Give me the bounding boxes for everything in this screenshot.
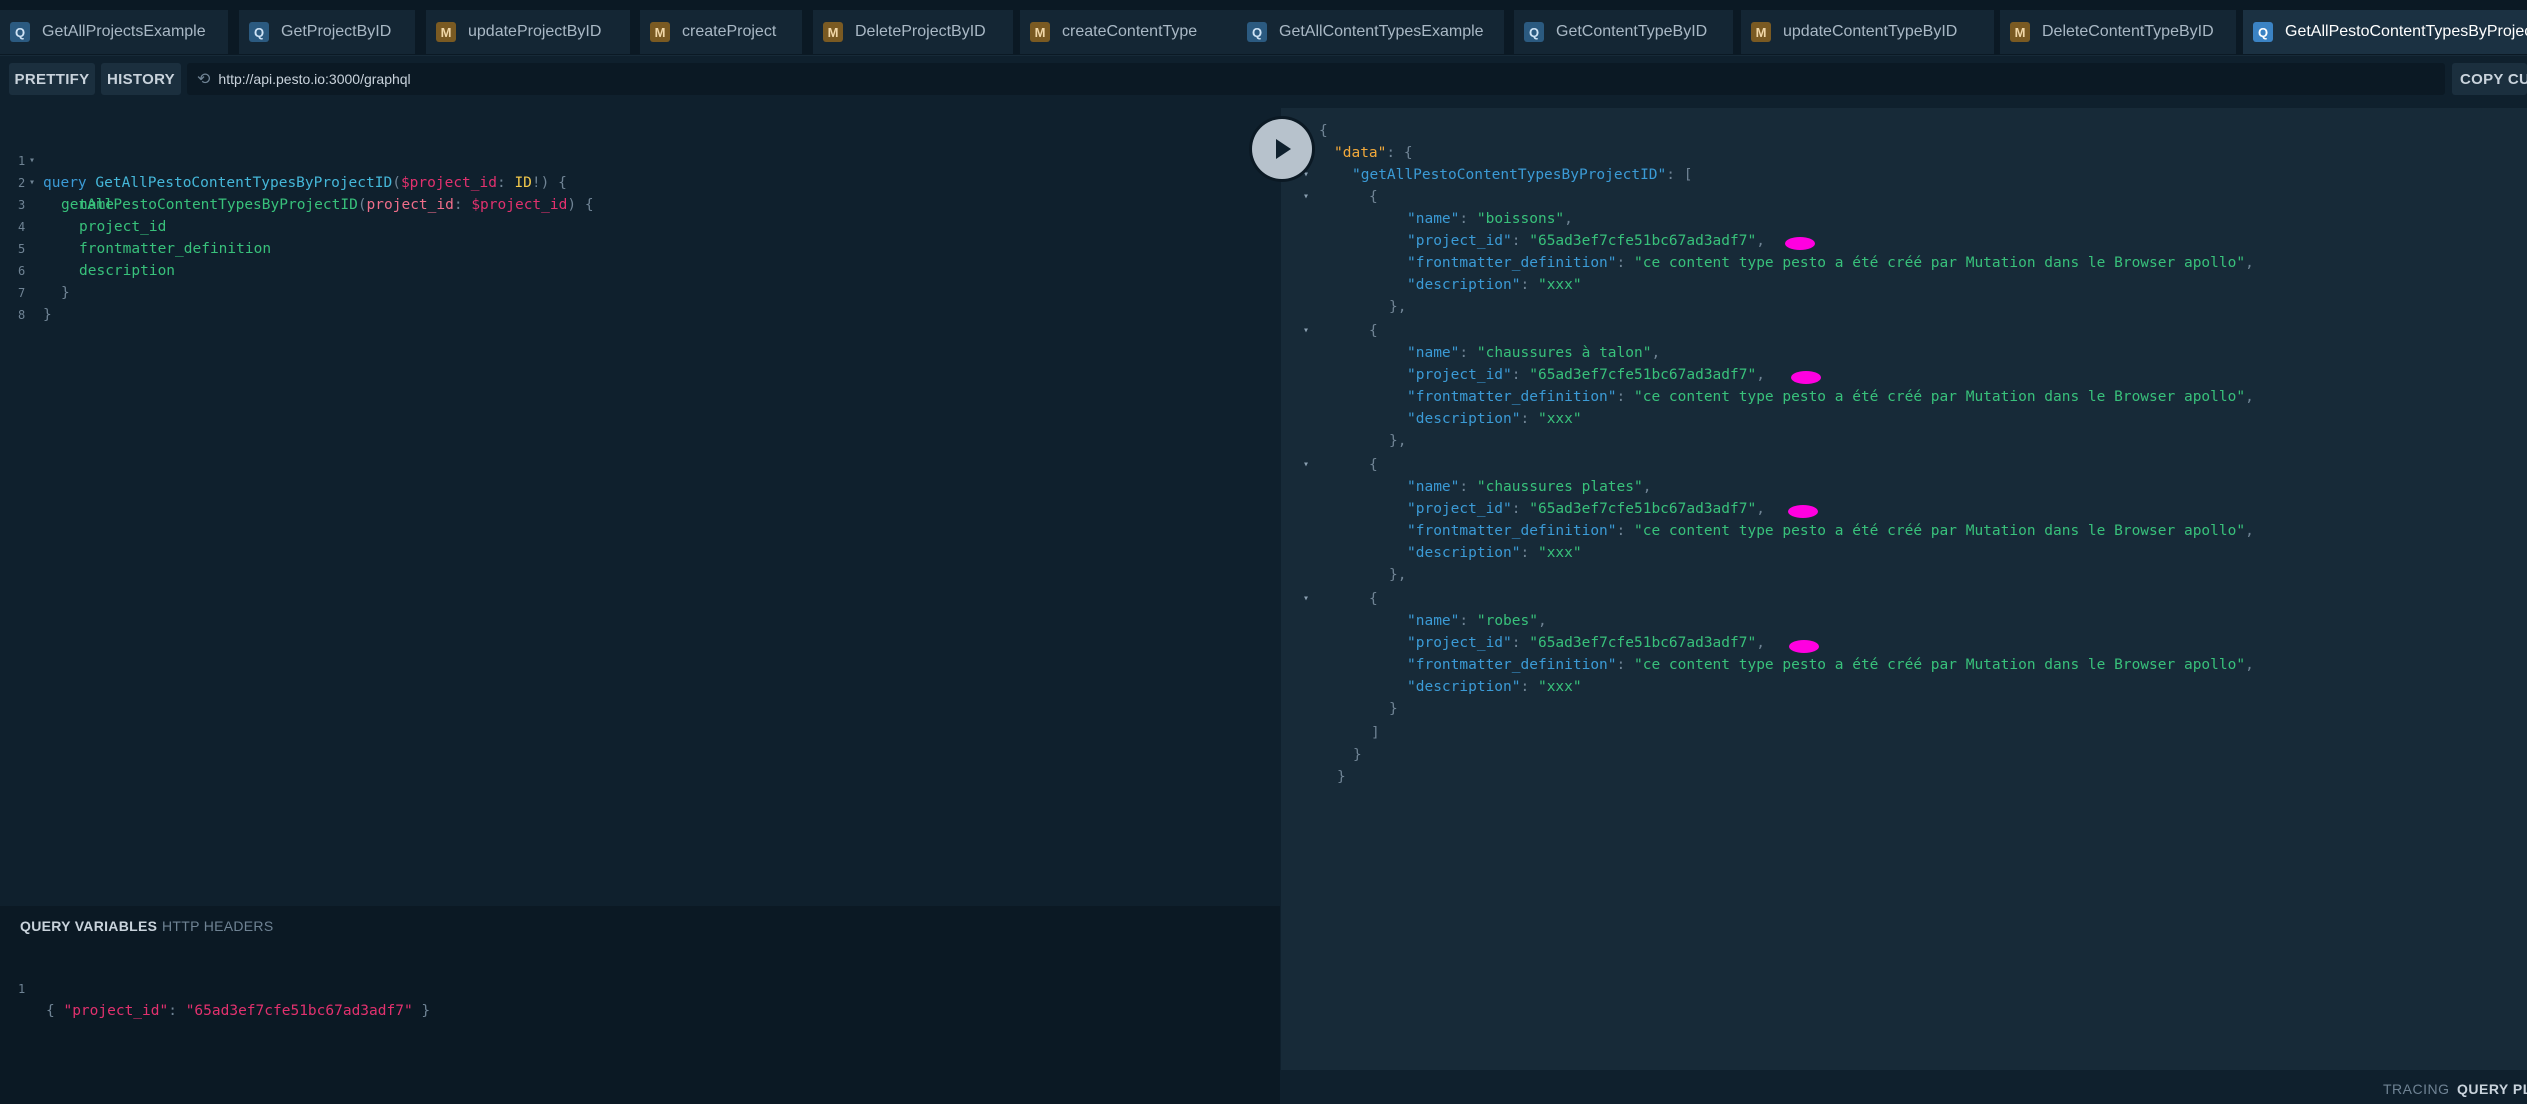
result-line: ▾"data": { (1303, 142, 1413, 164)
result-line: } (1337, 769, 1346, 785)
prettify-button[interactable]: PRETTIFY (9, 63, 95, 95)
mutation-badge-icon: M (1751, 22, 1771, 42)
result-line: "frontmatter_definition": "ce content ty… (1407, 523, 2254, 539)
result-line: "project_id": "65ad3ef7cfe51bc67ad3adf7"… (1407, 367, 1765, 383)
tab-deleteprojectbyid[interactable]: M DeleteProjectByID (813, 10, 1013, 54)
result-line: "frontmatter_definition": "ce content ty… (1407, 657, 2254, 673)
tab-label: GetProjectByID (281, 23, 392, 40)
editor-line: 7} (18, 285, 70, 301)
query-badge-icon: Q (1524, 22, 1544, 42)
history-button[interactable]: HISTORY (101, 63, 181, 95)
redaction-mark (1788, 505, 1818, 518)
mutation-badge-icon: M (2010, 22, 2030, 42)
query-badge-icon: Q (1247, 22, 1267, 42)
result-line: ▾{ (1303, 120, 1328, 142)
tab-query-variables[interactable]: QUERY VARIABLES (20, 918, 157, 934)
tab-createproject[interactable]: M createProject (640, 10, 802, 54)
mutation-badge-icon: M (823, 22, 843, 42)
query-editor[interactable]: 1 ▾ query GetAllPestoContentTypesByProjec… (0, 108, 1280, 906)
result-line: "frontmatter_definition": "ce content ty… (1407, 255, 2254, 271)
result-line: ▾{ (1303, 320, 1378, 342)
query-badge-icon: Q (2253, 22, 2273, 42)
tab-label: DeleteProjectByID (855, 23, 986, 40)
tab-label: createProject (682, 23, 777, 40)
result-line: ] (1371, 725, 1380, 741)
toolbar: PRETTIFY HISTORY ⟲ http://api.pesto.io:3… (0, 56, 2527, 104)
query-badge-icon: Q (10, 22, 30, 42)
results-panel: ▾{ ▾"data": { ▾"getAllPestoContentTypesB… (1281, 108, 2527, 1070)
copy-curl-button[interactable]: COPY CURL (2452, 63, 2527, 95)
result-line: ▾{ (1303, 588, 1378, 610)
result-line: "name": "chaussures à talon", (1407, 345, 1661, 361)
result-line: "project_id": "65ad3ef7cfe51bc67ad3adf7"… (1407, 501, 1765, 517)
play-icon (1276, 139, 1291, 159)
editor-line: 1 ▾ query GetAllPestoContentTypesByProjec… (0, 128, 567, 191)
run-query-button[interactable] (1252, 119, 1312, 179)
tab-getallpestocontenttypesbyprojectid[interactable]: Q GetAllPestoContentTypesByProjectID (2243, 10, 2527, 54)
fold-arrow-icon[interactable]: ▾ (1303, 454, 1309, 476)
result-line: "project_id": "65ad3ef7cfe51bc67ad3adf7"… (1407, 233, 1765, 249)
result-line: "project_id": "65ad3ef7cfe51bc67ad3adf7"… (1407, 635, 1765, 651)
fold-arrow-icon[interactable]: ▾ (1303, 186, 1309, 208)
mutation-badge-icon: M (436, 22, 456, 42)
tab-label: updateContentTypeByID (1783, 23, 1958, 40)
result-line: "description": "xxx" (1407, 411, 1582, 427)
result-line: "description": "xxx" (1407, 277, 1582, 293)
result-line: "name": "chaussures plates", (1407, 479, 1652, 495)
fold-arrow-icon[interactable]: ▾ (1303, 588, 1309, 610)
result-line: }, (1389, 299, 1407, 315)
result-line: } (1389, 701, 1398, 717)
fold-arrow-icon[interactable]: ▾ (1303, 320, 1309, 342)
result-line: ▾ "getAllPestoContentTypesByProjectID": [ (1303, 164, 1692, 186)
result-line: }, (1389, 433, 1407, 449)
refresh-icon: ⟲ (197, 71, 211, 88)
tab-getallprojectsexample[interactable]: Q GetAllProjectsExample (0, 10, 228, 54)
tab-label: GetAllPestoContentTypesByProjectID (2285, 23, 2527, 40)
result-line: "description": "xxx" (1407, 545, 1582, 561)
tab-label: GetAllProjectsExample (42, 23, 206, 40)
tab-label: updateProjectByID (468, 23, 602, 40)
tab-label: createContentType (1062, 23, 1198, 40)
result-line: "description": "xxx" (1407, 679, 1582, 695)
result-line: } (1353, 747, 1362, 763)
redaction-mark (1789, 640, 1819, 653)
result-line: ▾{ (1303, 454, 1378, 476)
editor-line: 8} (18, 307, 52, 323)
result-line: ▾{ (1303, 186, 1378, 208)
editor-line: 3 name (18, 197, 114, 213)
results-footer: TRACING QUERY PLAN (1281, 1070, 2527, 1104)
redaction-mark (1791, 371, 1821, 384)
editor-line: 4 project_id (18, 219, 167, 235)
result-line: "frontmatter_definition": "ce content ty… (1407, 389, 2254, 405)
tab-deletecontenttypebyid[interactable]: M DeleteContentTypeByID (2000, 10, 2236, 54)
tab-label: GetContentTypeByID (1556, 23, 1708, 40)
tab-updateprojectbyid[interactable]: M updateProjectByID (426, 10, 630, 54)
tab-getcontenttypebyid[interactable]: Q GetContentTypeByID (1514, 10, 1733, 54)
tab-bar: Q GetAllProjectsExample Q GetProjectByID… (0, 0, 2527, 56)
tab-http-headers[interactable]: HTTP HEADERS (162, 918, 273, 934)
tab-label: GetAllContentTypesExample (1279, 23, 1484, 40)
result-line: "name": "boissons", (1407, 211, 1573, 227)
query-plan-tab[interactable]: QUERY PLAN (2457, 1081, 2527, 1097)
editor-line: 6 description (18, 263, 176, 279)
variables-editor[interactable]: 1 { "project_id": "65ad3ef7cfe51bc67ad3a… (0, 956, 430, 1019)
tracing-tab[interactable]: TRACING (2383, 1081, 2450, 1097)
endpoint-url: http://api.pesto.io:3000/graphql (218, 71, 411, 87)
mutation-badge-icon: M (650, 22, 670, 42)
result-line: "name": "robes", (1407, 613, 1547, 629)
tab-updatecontenttypebyid[interactable]: M updateContentTypeByID (1741, 10, 1994, 54)
tab-getallcontenttypesexample[interactable]: Q GetAllContentTypesExample (1237, 10, 1504, 54)
editor-line: 5 frontmatter_definition (18, 241, 272, 257)
query-variables-panel: QUERY VARIABLES HTTP HEADERS 1 { "projec… (0, 906, 1280, 1104)
editor-line: 2 ▾ getAllPestoContentTypesByProjectID(pr… (0, 150, 594, 213)
tab-getprojectbyid[interactable]: Q GetProjectByID (239, 10, 415, 54)
tab-createcontenttype[interactable]: M createContentType (1020, 10, 1237, 54)
endpoint-url-input[interactable]: ⟲ http://api.pesto.io:3000/graphql (187, 63, 2445, 95)
query-badge-icon: Q (249, 22, 269, 42)
mutation-badge-icon: M (1030, 22, 1050, 42)
tab-label: DeleteContentTypeByID (2042, 23, 2214, 40)
redaction-mark (1785, 237, 1815, 250)
result-line: }, (1389, 567, 1407, 583)
